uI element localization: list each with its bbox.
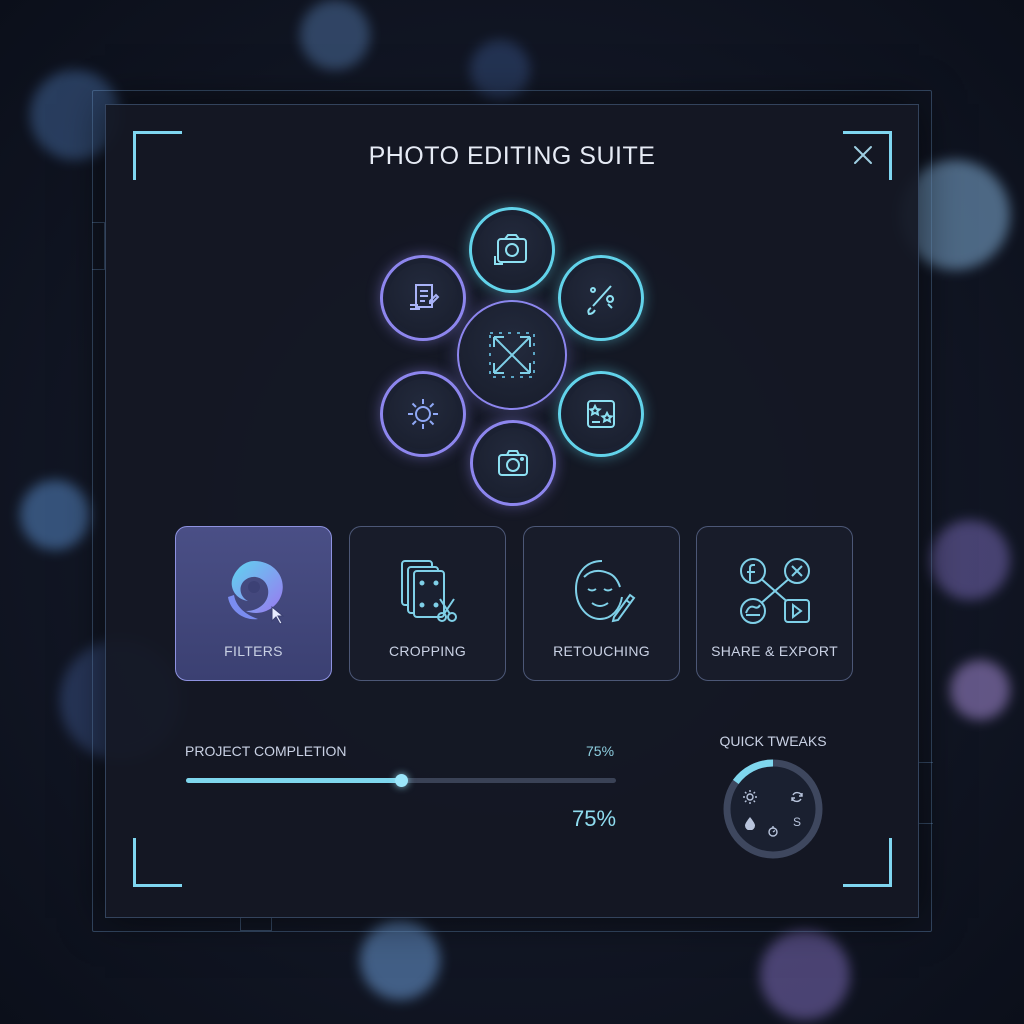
close-button[interactable] [848,140,878,170]
feature-card-share-export[interactable]: SHARE & EXPORT [696,526,853,681]
progress-slider[interactable] [186,774,616,787]
stickers-stars-icon [587,400,615,428]
progress-knob[interactable] [395,774,408,787]
brush-icon [587,285,615,316]
frame-tick [92,222,105,270]
progress-label: PROJECT COMPLETION [185,743,347,759]
bokeh-light [930,520,1010,600]
bokeh-light [20,480,90,550]
timer-icon [768,826,778,837]
rotate-tweak-button[interactable] [788,788,806,806]
document-tool-button[interactable] [380,255,466,341]
droplet-icon [745,817,755,830]
quick-tweaks-title: QUICK TWEAKS [719,733,827,749]
brightness-icon [743,790,757,804]
frame-tick [918,762,933,824]
feature-label: SHARE & EXPORT [711,643,838,659]
feature-label: RETOUCHING [553,643,650,659]
feature-card-filters[interactable]: FILTERS [175,526,332,681]
camera-tool-button[interactable] [470,420,556,506]
timer-tweak-button[interactable] [764,822,782,840]
feature-card-retouching[interactable]: RETOUCHING [523,526,680,681]
brightness-tool-button[interactable] [380,371,466,457]
droplet-tweak-button[interactable] [741,814,759,832]
transform-tool-button[interactable] [457,300,567,410]
bokeh-light [300,0,370,70]
rotate-icon [791,791,803,803]
feature-label: CROPPING [388,643,467,659]
saturation-icon: S [792,815,801,829]
corner-bracket [133,838,182,887]
share-export-icon [739,558,810,624]
corner-bracket [843,838,892,887]
bokeh-light [760,930,850,1020]
document-edit-icon [410,284,440,310]
stickers-tool-button[interactable] [558,371,644,457]
feature-card-cropping[interactable]: CROPPING [349,526,506,681]
progress-value: 75% [572,806,617,831]
face-retouch-icon [574,560,635,623]
bokeh-light [950,660,1010,720]
feature-label: FILTERS [224,643,283,659]
progress-percent: 75% [586,743,615,759]
brush-tool-button[interactable] [558,255,644,341]
expand-arrows-icon [489,332,535,378]
bokeh-light [360,920,440,1000]
quick-tweaks-dial[interactable] [720,756,826,862]
camera-frame-tool-button[interactable] [469,207,555,293]
frame-tick [240,918,272,931]
brightness-sun-icon [408,399,438,429]
close-icon [854,146,872,164]
saturation-tweak-button[interactable]: S [788,813,806,831]
camera-frame-icon [494,234,527,265]
camera-icon [498,450,528,476]
brightness-tweak-button[interactable] [741,788,759,806]
progress-fill [186,778,401,783]
filters-swirl-icon [227,561,284,625]
crop-scissors-icon [400,560,457,622]
